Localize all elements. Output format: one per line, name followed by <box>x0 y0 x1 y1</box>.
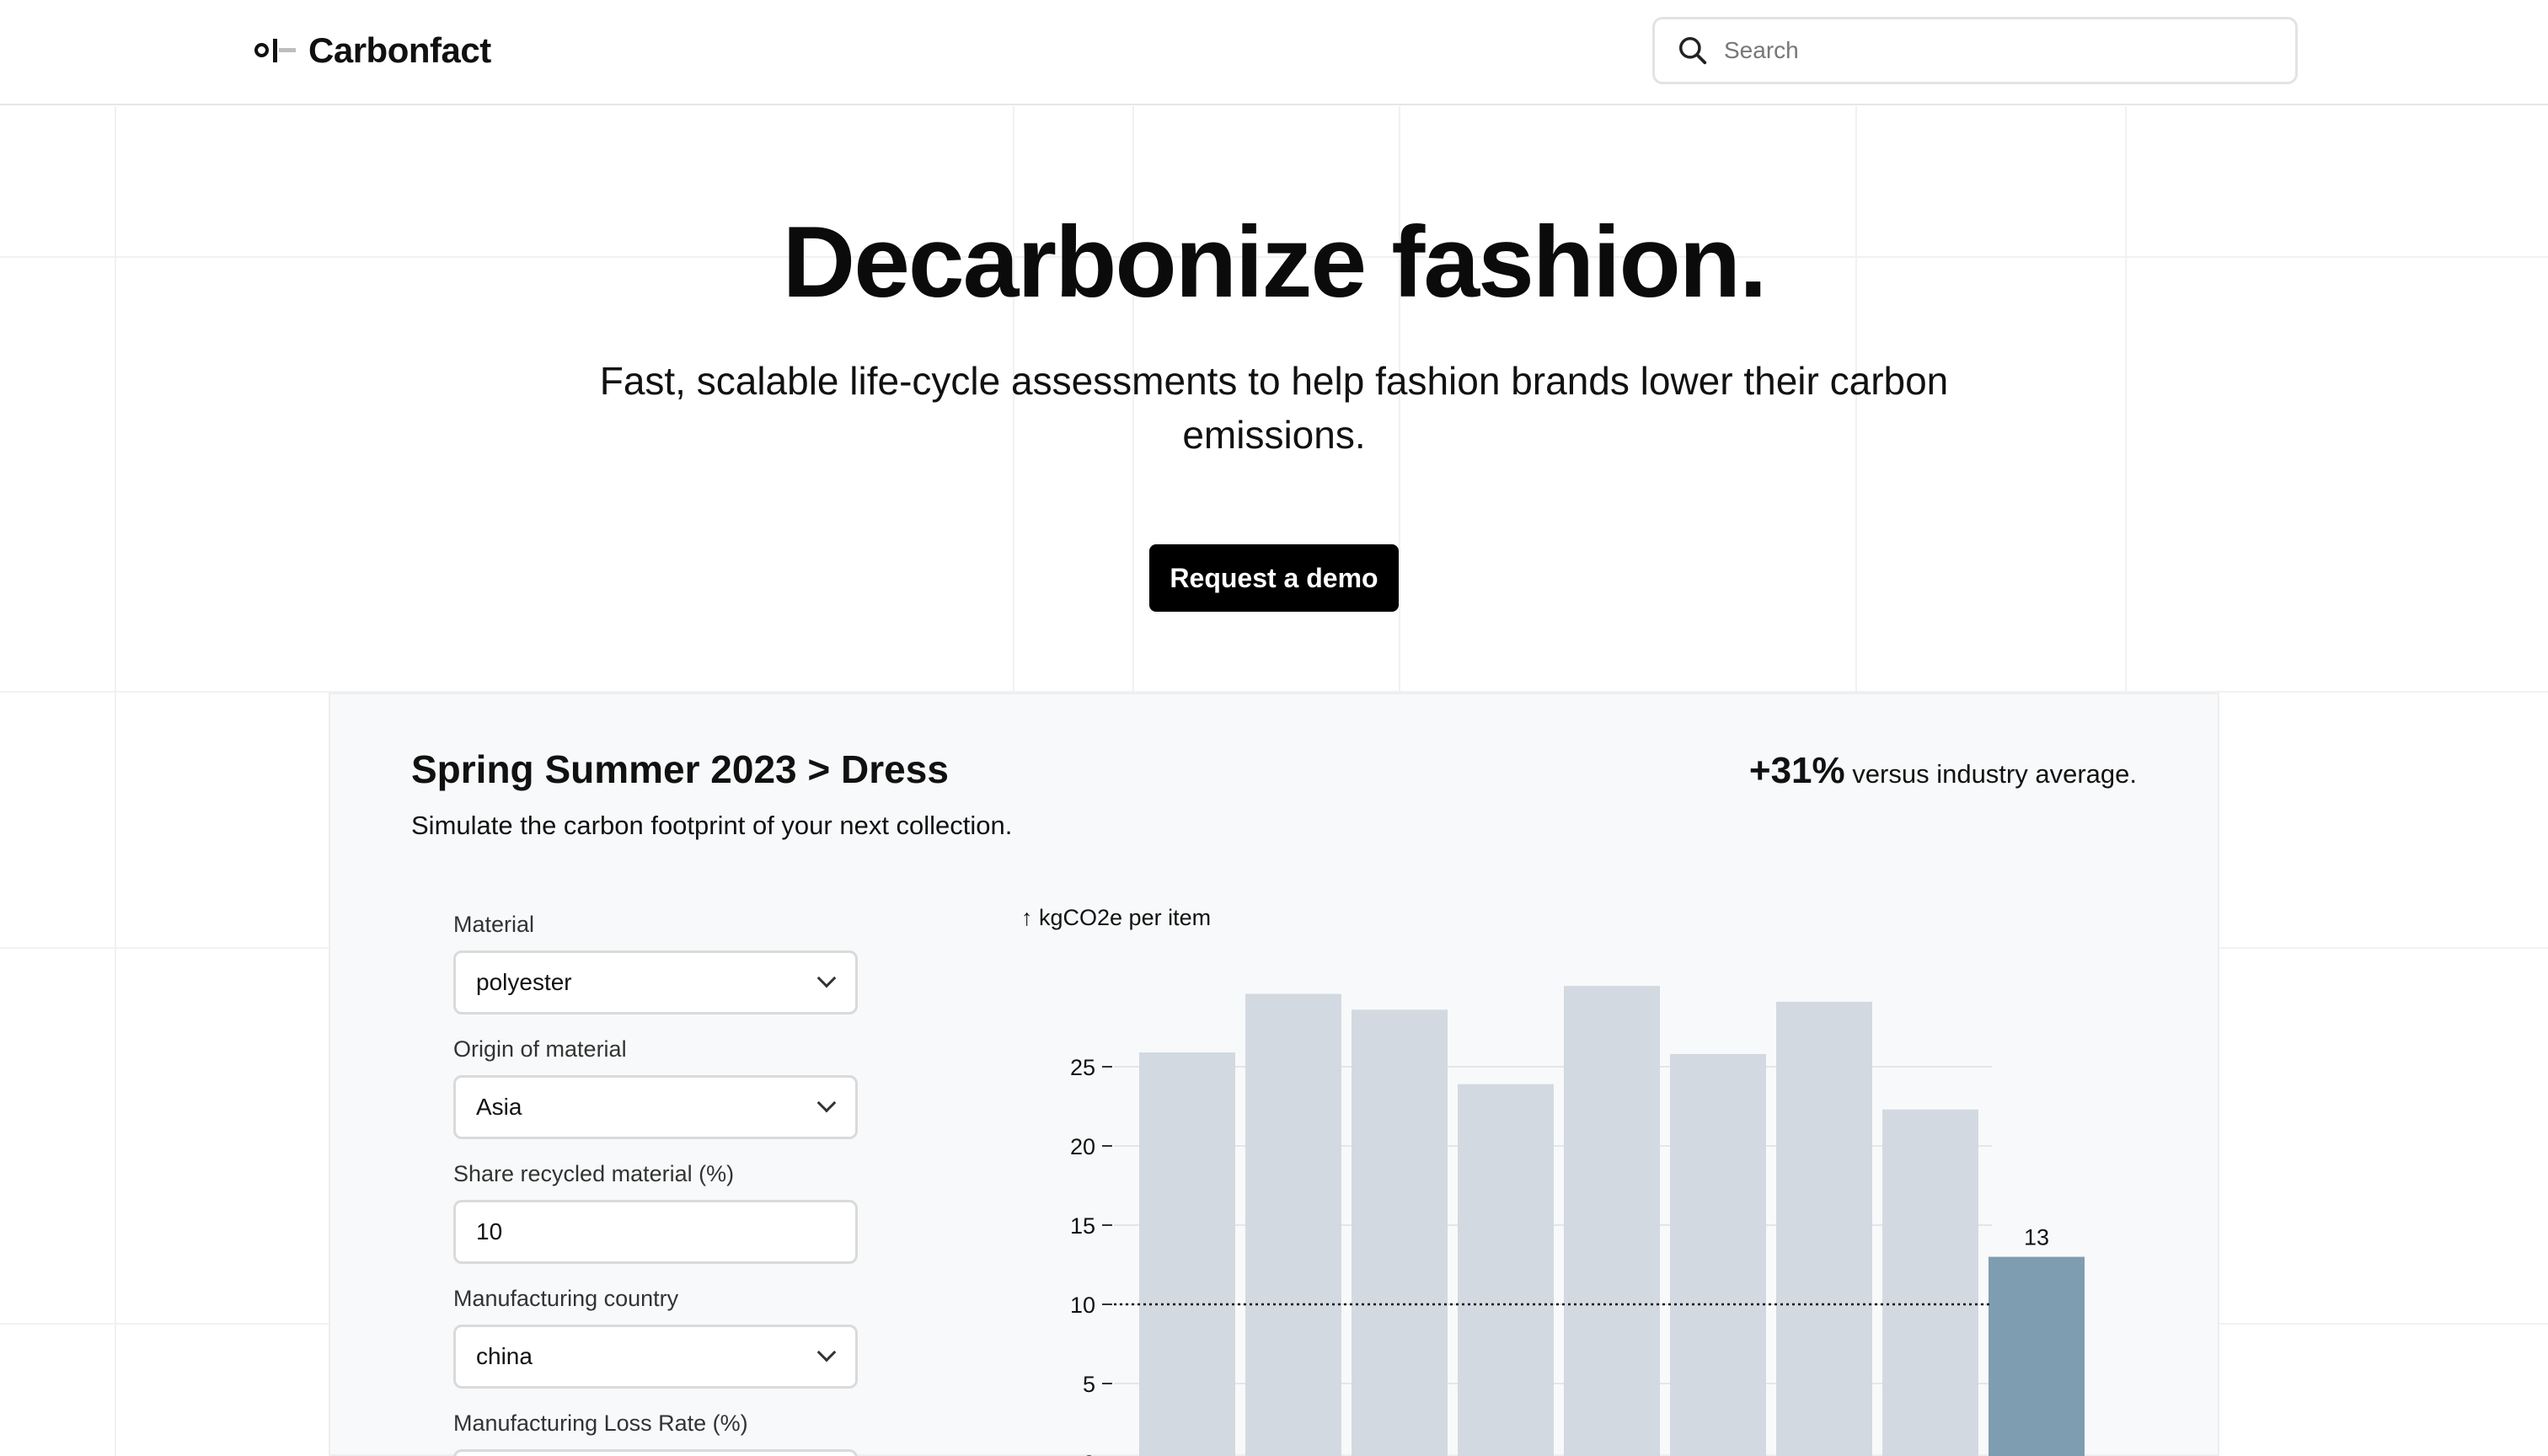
manufacturing-country-value: china <box>476 1343 533 1369</box>
comparison-percent: +31% <box>1748 750 1845 791</box>
bar-8 <box>1882 1109 1978 1456</box>
loss-rate-label: Manufacturing Loss Rate (%) <box>453 1410 748 1436</box>
y-tick-label-10: 10 <box>1070 1293 1095 1318</box>
comparison-text: versus industry average. <box>1852 759 2137 789</box>
origin-select[interactable]: Asia <box>453 1075 858 1139</box>
manufacturing-country-select[interactable]: china <box>453 1325 858 1389</box>
industry-comparison: +31% versus industry average. <box>1749 750 2137 792</box>
bar-9 <box>1989 1256 2085 1456</box>
chevron-down-icon <box>816 1093 837 1113</box>
bar-2 <box>1245 993 1341 1456</box>
bar-chart-svg: 0 5 10 15 20 25 13 <box>1070 986 2085 1456</box>
bar-7 <box>1776 1001 1872 1456</box>
hero-subtitle: Fast, scalable life-cycle assessments to… <box>599 359 1949 457</box>
origin-value: Asia <box>476 1094 522 1120</box>
bar-6 <box>1670 1053 1766 1456</box>
hero-title: Decarbonize fashion. <box>782 206 1768 318</box>
carbon-simulator-panel: Spring Summer 2023 > Dress Simulate the … <box>329 693 2219 1456</box>
material-label: Material <box>453 912 535 937</box>
emissions-chart: ↑ kgCO2e per item 051015202513 <box>1021 905 2085 1456</box>
top-navbar: Carbonfact <box>0 0 2548 105</box>
y-tick-label-0: 0 <box>1083 1451 1095 1456</box>
y-tick-label-5: 5 <box>1083 1372 1095 1397</box>
chevron-down-icon <box>816 1342 837 1362</box>
manufacturing-country-label: Manufacturing country <box>453 1286 679 1311</box>
search-input[interactable] <box>1724 37 2263 64</box>
loss-rate-input[interactable] <box>453 1449 858 1456</box>
bar-3 <box>1352 1009 1448 1456</box>
simulator-subtitle: Simulate the carbon footprint of your ne… <box>411 811 1013 840</box>
bar-1 <box>1139 1052 1235 1456</box>
bar-value-label: 13 <box>2024 1225 2049 1250</box>
collection-title: Spring Summer 2023 > Dress <box>411 747 949 791</box>
y-tick-label-20: 20 <box>1070 1134 1095 1159</box>
brand-logo[interactable]: Carbonfact <box>253 29 491 72</box>
material-select[interactable]: polyester <box>453 950 858 1014</box>
bar-5 <box>1564 986 1660 1456</box>
bar-4 <box>1458 1084 1554 1456</box>
request-demo-button[interactable]: Request a demo <box>1149 544 1399 612</box>
y-tick-label-15: 15 <box>1070 1213 1095 1239</box>
recycled-share-label: Share recycled material (%) <box>453 1161 735 1186</box>
chevron-down-icon <box>816 968 837 988</box>
recycled-share-input[interactable]: 10 <box>453 1200 858 1264</box>
brand-name: Carbonfact <box>308 30 491 70</box>
recycled-share-value: 10 <box>476 1218 503 1245</box>
y-tick-label-25: 25 <box>1070 1055 1095 1080</box>
search-box[interactable] <box>1652 17 2298 84</box>
origin-label: Origin of material <box>453 1036 627 1062</box>
search-icon <box>1679 37 1707 65</box>
material-value: polyester <box>476 969 572 995</box>
carbonfact-logo-icon <box>253 29 297 72</box>
